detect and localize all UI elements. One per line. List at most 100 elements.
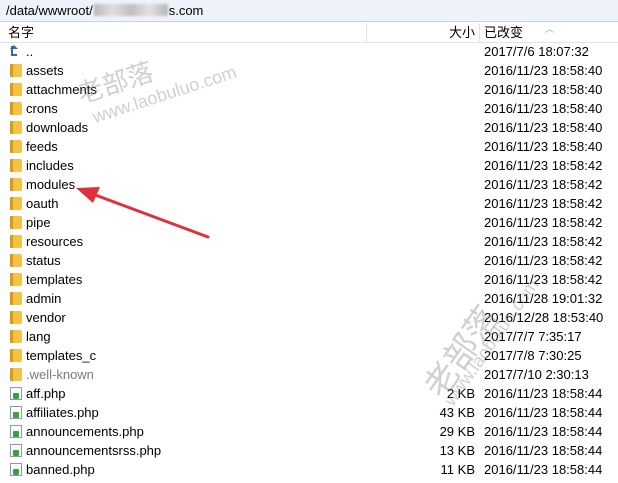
file-row[interactable]: oauth 2016/11/23 18:58:42 [0,194,618,213]
file-row[interactable]: includes 2016/11/23 18:58:42 [0,156,618,175]
path-bar[interactable]: /data/wwwroot/s.com [0,0,618,22]
file-list: .. 2017/7/6 18:07:32 assets 2016/11/23 18:5… [0,42,618,479]
path-suffix: s.com [168,3,204,18]
file-row[interactable]: downloads 2016/11/23 18:58:40 [0,118,618,137]
folder-icon [10,159,22,172]
file-row[interactable]: affiliates.php 43 KB 2016/11/23 18:58:44 [0,403,618,422]
folder-icon [10,64,22,77]
folder-icon [10,102,22,115]
file-row[interactable]: aff.php 2 KB 2016/11/23 18:58:44 [0,384,618,403]
file-name: resources [26,234,84,249]
folder-icon [10,197,22,210]
file-name: affiliates.php [26,405,99,420]
file-modified-date: 2016/11/23 18:58:40 [484,139,603,154]
file-modified-date: 2016/11/28 19:01:32 [484,291,603,306]
file-name: vendor [26,310,66,325]
file-name: templates_c [26,348,97,363]
file-row[interactable]: templates 2016/11/23 18:58:42 [0,270,618,289]
folder-icon [10,121,22,134]
php-file-icon [10,406,22,419]
file-modified-date: 2016/11/23 18:58:42 [484,177,603,192]
file-modified-date: 2016/11/23 18:58:40 [484,82,603,97]
file-size: 11 KB [440,462,475,477]
file-row[interactable]: attachments 2016/11/23 18:58:40 [0,80,618,99]
file-name: feeds [26,139,58,154]
file-row[interactable]: modules 2016/11/23 18:58:42 [0,175,618,194]
file-name: modules [26,177,76,192]
file-modified-date: 2016/11/23 18:58:42 [484,272,603,287]
folder-icon [10,140,22,153]
file-modified-date: 2017/7/7 7:35:17 [484,329,582,344]
file-row[interactable]: announcements.php 29 KB 2016/11/23 18:58:4… [0,422,618,441]
folder-icon [10,216,22,229]
file-modified-date: 2016/12/28 18:53:40 [484,310,604,325]
folder-icon [10,349,22,362]
folder-icon [10,368,22,381]
file-row[interactable]: lang 2017/7/7 7:35:17 [0,327,618,346]
folder-icon [10,292,22,305]
column-modified-header[interactable]: 已改变 [484,23,523,42]
file-modified-date: 2016/11/23 18:58:42 [484,253,603,268]
file-row[interactable]: announcementsrss.php 13 KB 2016/11/23 18:5… [0,441,618,460]
file-name: announcementsrss.php [26,443,162,458]
file-name: assets [26,63,64,78]
file-row[interactable]: feeds 2016/11/23 18:58:40 [0,137,618,156]
folder-icon [10,254,22,267]
file-name: aff.php [26,386,66,401]
file-name: .well-known [26,367,94,382]
file-row[interactable]: resources 2016/11/23 18:58:42 [0,232,618,251]
file-modified-date: 2016/11/23 18:58:40 [484,120,603,135]
column-divider[interactable] [479,23,480,42]
path-prefix: /data/wwwroot/ [6,3,93,18]
file-row[interactable]: status 2016/11/23 18:58:42 [0,251,618,270]
file-modified-date: 2016/11/23 18:58:44 [484,424,603,439]
file-name: attachments [26,82,97,97]
php-file-icon [10,425,22,438]
file-modified-date: 2016/11/23 18:58:42 [484,196,603,211]
file-name: pipe [26,215,51,230]
up-folder-icon [10,45,22,58]
file-row[interactable]: pipe 2016/11/23 18:58:42 [0,213,618,232]
column-divider[interactable] [366,23,367,42]
file-modified-date: 2017/7/8 7:30:25 [484,348,582,363]
file-row[interactable]: .well-known 2017/7/10 2:30:13 [0,365,618,384]
file-modified-date: 2016/11/23 18:58:44 [484,386,603,401]
path-redacted-segment [93,4,168,16]
file-size: 2 KB [446,386,475,401]
file-row[interactable]: vendor 2016/12/28 18:53:40 [0,308,618,327]
file-row[interactable]: admin 2016/11/28 19:01:32 [0,289,618,308]
php-file-icon [10,444,22,457]
file-modified-date: 2016/11/23 18:58:42 [484,158,603,173]
php-file-icon [10,387,22,400]
file-name: downloads [26,120,89,135]
sort-ascending-icon: ︿ [545,24,555,34]
file-modified-date: 2016/11/23 18:58:44 [484,405,603,420]
column-size-header[interactable]: 大小 [449,23,475,42]
folder-icon [10,330,22,343]
file-modified-date: 2016/11/23 18:58:40 [484,101,603,116]
folder-icon [10,235,22,248]
file-name: admin [26,291,62,306]
file-row[interactable]: crons 2016/11/23 18:58:40 [0,99,618,118]
php-file-icon [10,463,22,476]
file-row[interactable]: .. 2017/7/6 18:07:32 [0,42,618,61]
folder-icon [10,311,22,324]
file-name: announcements.php [26,424,144,439]
file-name: includes [26,158,74,173]
file-modified-date: 2016/11/23 18:58:40 [484,63,603,78]
column-name-header[interactable]: 名字 [8,23,34,42]
file-modified-date: 2017/7/6 18:07:32 [484,44,589,59]
file-modified-date: 2017/7/10 2:30:13 [484,367,589,382]
file-row[interactable]: assets 2016/11/23 18:58:40 [0,61,618,80]
file-size: 43 KB [439,405,475,420]
folder-icon [10,178,22,191]
column-header: 名字 大小 已改变 ︿ [0,23,618,43]
file-name: .. [26,44,34,59]
file-modified-date: 2016/11/23 18:58:44 [484,462,603,477]
file-row[interactable]: templates_c 2017/7/8 7:30:25 [0,346,618,365]
file-row[interactable]: banned.php 11 KB 2016/11/23 18:58:44 [0,460,618,479]
file-name: crons [26,101,58,116]
file-name: oauth [26,196,59,211]
file-modified-date: 2016/11/23 18:58:42 [484,234,603,249]
file-name: lang [26,329,51,344]
